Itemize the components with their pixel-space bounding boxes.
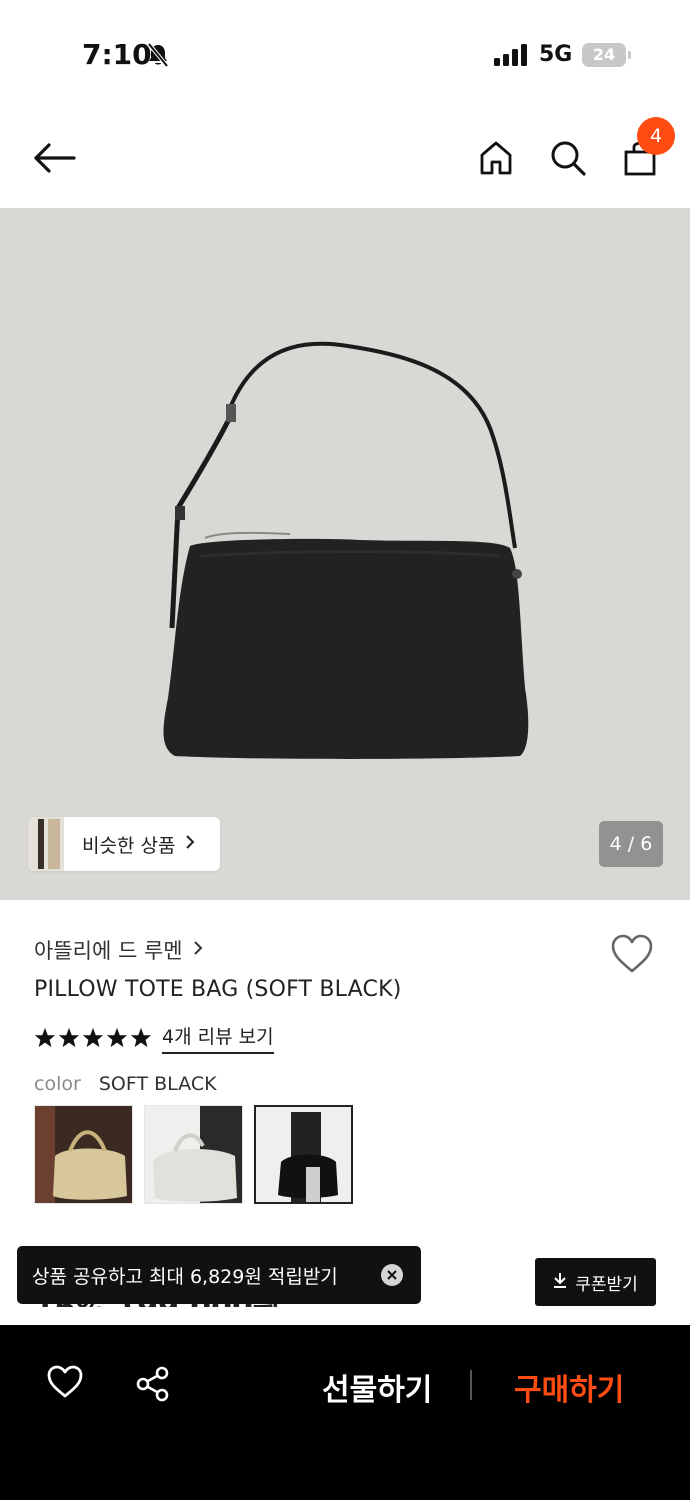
star-icon: [130, 1027, 152, 1048]
wishlist-heart-icon[interactable]: [610, 934, 654, 978]
share-reward-text: 상품 공유하고 최대 6,829원 적립받기: [32, 1265, 338, 1288]
color-row: color SOFT BLACK: [34, 1073, 217, 1095]
brand-name: 아뜰리에 드 루멘: [34, 939, 183, 963]
share-reward-tooltip[interactable]: 상품 공유하고 최대 6,829원 적립받기: [17, 1246, 421, 1304]
product-title: PILLOW TOTE BAG (SOFT BLACK): [34, 977, 402, 1002]
share-icon[interactable]: [134, 1365, 172, 1407]
product-photo: [0, 208, 690, 900]
review-link[interactable]: 4개 리뷰 보기: [162, 1022, 274, 1054]
download-icon: [553, 1272, 567, 1293]
swatch-ivory[interactable]: [144, 1105, 243, 1204]
star-icon: [106, 1027, 128, 1048]
network-label: 5G: [539, 42, 573, 67]
swatch-beige[interactable]: [34, 1105, 133, 1204]
similar-products-button[interactable]: 비슷한 상품: [28, 817, 220, 871]
chevron-right-icon: [185, 834, 195, 854]
battery-icon: 24: [582, 43, 626, 67]
similar-products-thumbnail: [28, 817, 64, 871]
color-value: SOFT BLACK: [98, 1073, 217, 1095]
divider: [470, 1370, 472, 1400]
swatch-black[interactable]: [254, 1105, 353, 1204]
top-nav: [0, 110, 690, 208]
battery-cap: [628, 51, 631, 59]
gift-button[interactable]: 선물하기: [322, 1365, 432, 1409]
brand-link[interactable]: 아뜰리에 드 루멘: [34, 935, 203, 965]
cart-count-badge: 4: [637, 117, 675, 155]
star-icon: [34, 1027, 56, 1048]
home-icon[interactable]: [472, 134, 520, 182]
search-icon[interactable]: [544, 134, 592, 182]
signal-icon: [494, 44, 530, 70]
product-image-carousel[interactable]: [0, 208, 690, 900]
similar-products-label: 비슷한 상품: [82, 834, 176, 857]
image-page-counter: 4 / 6: [599, 821, 663, 867]
close-icon[interactable]: [381, 1264, 403, 1286]
bottom-action-bar: 선물하기 구매하기: [0, 1325, 690, 1500]
star-rating: [34, 1027, 152, 1049]
rating-row: 4개 리뷰 보기: [34, 1022, 274, 1054]
back-arrow-icon[interactable]: [30, 134, 78, 182]
coupon-button[interactable]: 쿠폰받기: [535, 1258, 656, 1306]
star-icon: [82, 1027, 104, 1048]
star-icon: [58, 1027, 80, 1048]
buy-button[interactable]: 구매하기: [514, 1365, 624, 1409]
coupon-label: 쿠폰받기: [575, 1274, 638, 1295]
status-bar: 7:10 5G 24: [0, 0, 690, 110]
status-time: 7:10: [82, 38, 152, 71]
chevron-right-icon: [193, 940, 203, 960]
bell-off-icon: [146, 42, 170, 72]
color-swatches: [34, 1105, 353, 1204]
heart-icon[interactable]: [46, 1365, 84, 1403]
color-key-label: color: [34, 1073, 81, 1095]
